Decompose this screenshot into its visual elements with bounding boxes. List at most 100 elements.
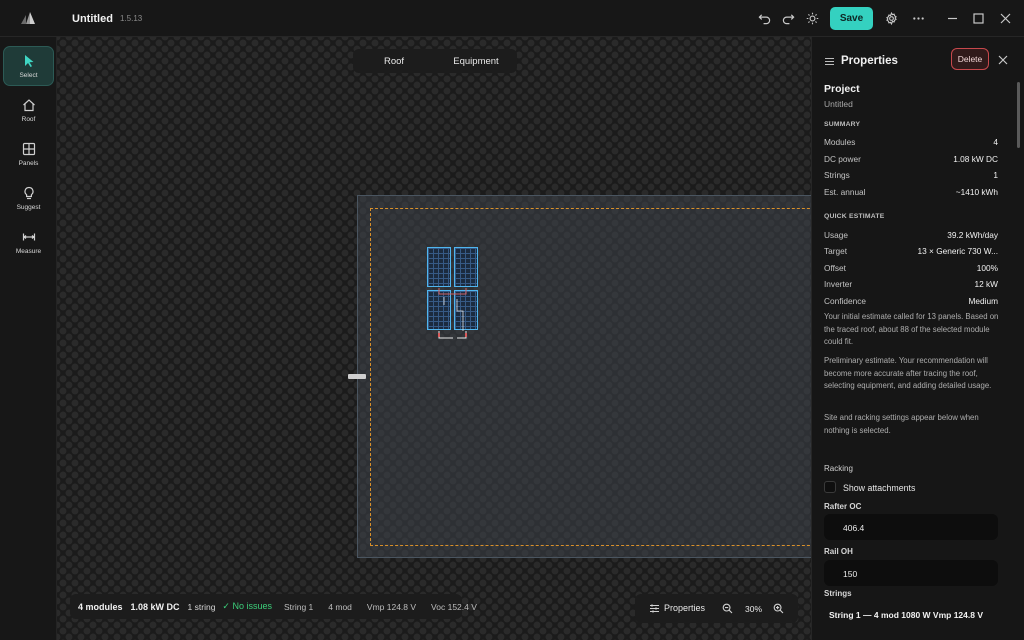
summary-row: Strings 1	[824, 170, 998, 180]
summary-row: Modules 4	[824, 137, 998, 147]
app-version: 1.5.13	[120, 14, 143, 23]
estimate-value: 39.2 kWh/day	[947, 230, 998, 240]
save-button[interactable]: Save	[830, 7, 873, 30]
summary-value: 1	[993, 170, 998, 180]
summary-row: DC power 1.08 kW DC	[824, 154, 998, 164]
show-attachments-checkbox[interactable]	[824, 481, 836, 493]
zoom-bar: Properties 30%	[635, 594, 798, 623]
maximize-icon[interactable]	[969, 9, 987, 27]
rafter-oc-label: Rafter OC	[824, 502, 862, 511]
dc-power: 1.08 kW DC	[130, 601, 180, 612]
ruler-icon	[22, 233, 35, 240]
estimate-row: Target 13 × Generic 730 W...	[824, 246, 998, 256]
show-attachments-label: Show attachments	[843, 483, 916, 493]
estimate-key: Offset	[824, 263, 846, 273]
estimate-row: Usage 39.2 kWh/day	[824, 230, 998, 240]
sliders-icon	[824, 56, 835, 70]
delete-button[interactable]: Delete	[951, 48, 989, 70]
rail-oh-input[interactable]: 150	[824, 560, 998, 586]
estimate-key: Inverter	[824, 279, 853, 289]
rafter-oc-input[interactable]: 406.4	[824, 514, 998, 540]
zoom-out-icon[interactable]	[722, 603, 733, 616]
tab-roof[interactable]: Roof	[353, 56, 435, 67]
roof-face[interactable]	[357, 195, 811, 558]
tool-label: Select	[19, 71, 38, 79]
scrollbar-thumb[interactable]	[1017, 82, 1020, 148]
estimate-value: 12 kW	[974, 279, 998, 289]
estimate-row: Inverter 12 kW	[824, 279, 998, 289]
quick-estimate-heading: QUICK ESTIMATE	[824, 213, 885, 220]
tool-suggest[interactable]: Suggest	[3, 178, 54, 218]
tool-rail: Select Roof Panels Suggest Measure	[0, 37, 57, 640]
string-name: String 1	[283, 601, 314, 612]
tool-label: Panels	[18, 159, 39, 167]
string-wiring	[438, 288, 467, 339]
estimate-note: Site and racking settings appear below w…	[824, 413, 979, 435]
properties-toggle-button[interactable]: Properties	[664, 603, 705, 613]
home-icon	[22, 98, 35, 111]
panel-title: Properties	[841, 55, 898, 67]
estimate-key: Usage	[824, 230, 848, 240]
summary-value: 4	[993, 137, 998, 147]
lightbulb-icon	[23, 186, 34, 199]
racking-heading: Racking	[824, 464, 853, 473]
grid-icon	[22, 142, 35, 155]
estimate-key: Target	[824, 246, 848, 256]
document-title: Untitled	[72, 13, 113, 25]
summary-heading: SUMMARY	[824, 121, 861, 128]
summary-key: Modules	[824, 137, 856, 147]
app-logo-icon	[21, 12, 35, 24]
cursor-icon	[24, 54, 33, 67]
tool-label: Suggest	[16, 203, 41, 211]
string-vmp: Vmp 124.8 V	[366, 601, 417, 612]
sliders-icon[interactable]	[649, 603, 660, 616]
close-panel-icon[interactable]	[998, 55, 1008, 68]
estimate-value: 100%	[976, 263, 998, 273]
gear-icon[interactable]	[882, 9, 900, 27]
mode-tabs: Roof Equipment	[353, 49, 517, 73]
rail-oh-label: Rail OH	[824, 547, 853, 556]
summary-value: ~1410 kWh	[955, 187, 998, 197]
properties-panel: Properties Delete Project Untitled SUMMA…	[811, 37, 1024, 640]
summary-row: Est. annual ~1410 kWh	[824, 187, 998, 197]
tool-panels[interactable]: Panels	[3, 134, 54, 174]
estimate-value: 13 × Generic 730 W...	[917, 246, 998, 256]
estimate-row: Confidence Medium	[824, 296, 998, 306]
issues-status: ✓ No issues	[222, 601, 272, 611]
zoom-level: 30%	[745, 604, 763, 614]
estimate-note: Your initial estimate called for 13 pane…	[824, 312, 999, 347]
title-bar: Untitled 1.5.13 Save	[0, 0, 1024, 37]
design-canvas[interactable]: Roof Equipment 4 modules 1.08 kW DC 1 st…	[57, 37, 811, 640]
estimate-value: Medium	[968, 296, 998, 306]
tool-label: Measure	[15, 247, 42, 255]
tool-roof[interactable]: Roof	[3, 90, 54, 130]
summary-key: Est. annual	[824, 187, 866, 197]
module-count: 4 modules	[78, 601, 123, 612]
edge-length-label	[348, 374, 366, 379]
string-voc: Voc 152.4 V	[431, 601, 477, 612]
project-name: Untitled	[824, 99, 853, 109]
tool-select[interactable]: Select	[3, 46, 54, 86]
minimize-icon[interactable]	[943, 9, 961, 27]
tab-equipment[interactable]: Equipment	[435, 56, 517, 67]
estimate-key: Confidence	[824, 296, 866, 306]
sun-icon[interactable]	[803, 9, 821, 27]
string-count: 1 string	[187, 601, 216, 612]
estimate-note: Preliminary estimate. Your recommendatio…	[824, 356, 992, 391]
zoom-in-icon[interactable]	[773, 603, 784, 616]
more-horizontal-icon[interactable]	[909, 9, 927, 27]
design-status-bar: 4 modules 1.08 kW DC 1 string ✓ No issue…	[70, 594, 477, 619]
tool-label: Roof	[21, 115, 36, 123]
strings-heading: Strings	[824, 589, 852, 598]
string-summary-row[interactable]: String 1 — 4 mod 1080 W Vmp 124.8 V	[829, 610, 983, 620]
undo-icon[interactable]	[755, 9, 773, 27]
estimate-row: Offset 100%	[824, 263, 998, 273]
project-heading: Project	[824, 83, 860, 95]
summary-value: 1.08 kW DC	[953, 154, 998, 164]
string-module-count: 4 mod	[328, 601, 352, 612]
summary-key: DC power	[824, 154, 861, 164]
redo-icon[interactable]	[779, 9, 797, 27]
close-icon[interactable]	[996, 9, 1014, 27]
summary-key: Strings	[824, 170, 850, 180]
tool-measure[interactable]: Measure	[3, 222, 54, 262]
